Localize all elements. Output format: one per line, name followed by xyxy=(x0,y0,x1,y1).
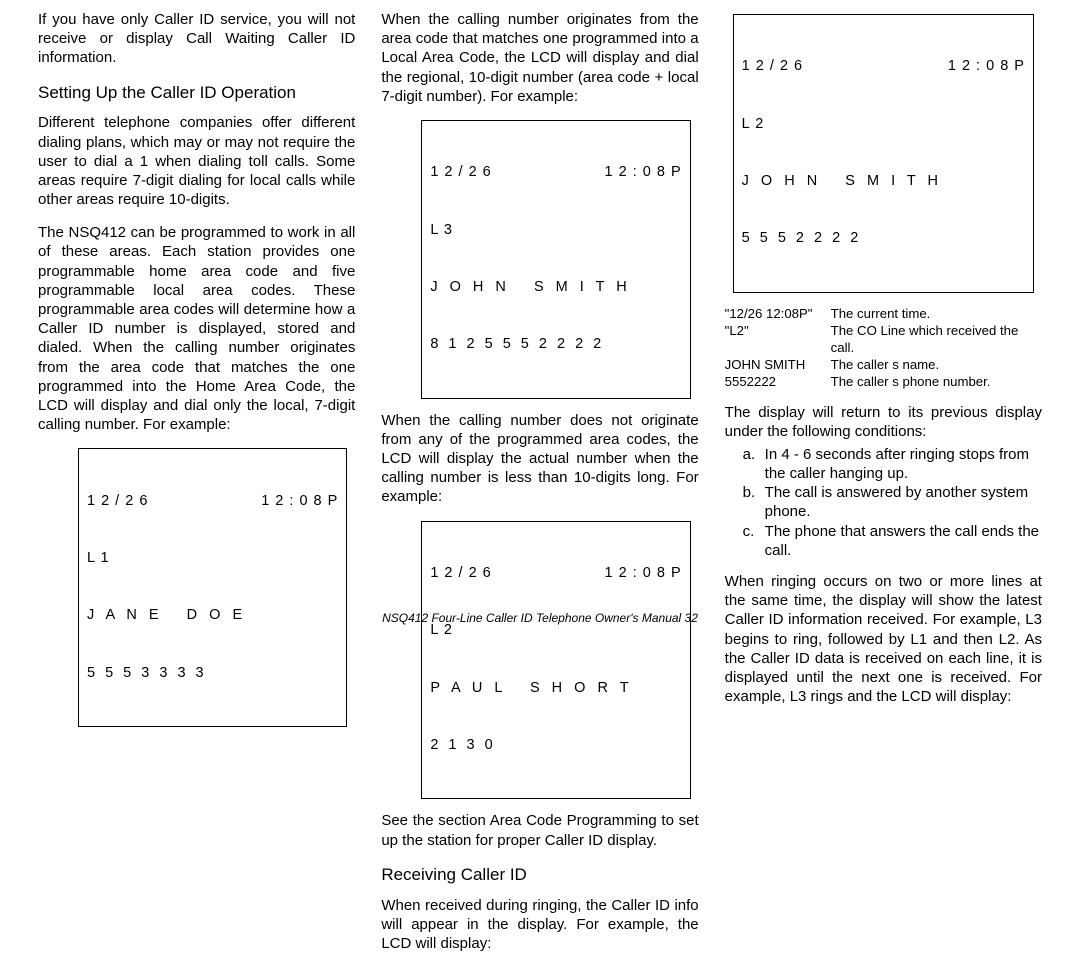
body-text: The display will return to its previous … xyxy=(725,403,1042,441)
lcd-time: 1 2 : 0 8 P xyxy=(605,564,682,583)
lcd-date: 1 2 / 2 6 xyxy=(742,57,803,76)
lcd-date: 1 2 / 2 6 xyxy=(87,492,148,511)
column-3: 1 2 / 2 6 1 2 : 0 8 P L 2 J O H N S M I … xyxy=(725,10,1042,967)
lcd-date: 1 2 / 2 6 xyxy=(430,564,491,583)
section-heading: Receiving Caller ID xyxy=(381,864,698,886)
lcd-caller-number: 8 1 2 5 5 5 2 2 2 2 xyxy=(430,335,681,354)
page-footer: NSQ412 Four-Line Caller ID Telephone Own… xyxy=(0,611,1080,626)
body-text: See the section Area Code Programming to… xyxy=(381,811,698,849)
lcd-line: L 1 xyxy=(87,549,338,568)
column-2: When the calling number originates from … xyxy=(381,10,698,967)
lcd-caller-name: J O H N S M I T H xyxy=(430,278,681,297)
legend-value: The CO Line which received the call. xyxy=(831,322,1042,356)
lcd-date: 1 2 / 2 6 xyxy=(430,163,491,182)
list-item: c. The phone that answers the call ends … xyxy=(743,522,1042,560)
lcd-example: 1 2 / 2 6 1 2 : 0 8 P L 1 J A N E D O E … xyxy=(78,448,347,727)
legend-value: The caller s phone number. xyxy=(831,373,1042,390)
legend-key: "12/26 12:08P" xyxy=(725,305,825,322)
lcd-line: L 3 xyxy=(430,221,681,240)
legend-key: 5552222 xyxy=(725,373,825,390)
lcd-example: 1 2 / 2 6 1 2 : 0 8 P L 3 J O H N S M I … xyxy=(421,120,690,399)
lcd-example: 1 2 / 2 6 1 2 : 0 8 P L 2 P A U L S H O … xyxy=(421,521,690,800)
lcd-caller-number: 5 5 5 3 3 3 3 xyxy=(87,664,338,683)
column-layout: If you have only Caller ID service, you … xyxy=(38,10,1042,967)
lcd-caller-name: P A U L S H O R T xyxy=(430,679,681,698)
manual-page: If you have only Caller ID service, you … xyxy=(0,0,1080,638)
body-text: Different telephone companies offer diff… xyxy=(38,113,355,209)
list-text: The call is answered by another system p… xyxy=(765,483,1042,521)
legend-value: The current time. xyxy=(831,305,1042,322)
legend-key: JOHN SMITH xyxy=(725,356,825,373)
lcd-caller-number: 2 1 3 0 xyxy=(430,736,681,755)
body-text: When ringing occurs on two or more lines… xyxy=(725,572,1042,706)
body-text: When the calling number does not origina… xyxy=(381,411,698,507)
body-text: If you have only Caller ID service, you … xyxy=(38,10,355,68)
lcd-caller-number: 5 5 5 2 2 2 2 xyxy=(742,229,1025,248)
list-marker: a. xyxy=(743,445,765,483)
legend-table: "12/26 12:08P" The current time. "L2" Th… xyxy=(725,305,1042,391)
lcd-time: 1 2 : 0 8 P xyxy=(948,57,1025,76)
list-text: The phone that answers the call ends the… xyxy=(765,522,1042,560)
legend-value: The caller s name. xyxy=(831,356,1042,373)
lcd-time: 1 2 : 0 8 P xyxy=(261,492,338,511)
lcd-line: L 2 xyxy=(742,115,1025,134)
legend-key: "L2" xyxy=(725,322,825,356)
list-item: b. The call is answered by another syste… xyxy=(743,483,1042,521)
body-text: When received during ringing, the Caller… xyxy=(381,896,698,954)
lcd-time: 1 2 : 0 8 P xyxy=(605,163,682,182)
column-1: If you have only Caller ID service, you … xyxy=(38,10,355,967)
list-marker: b. xyxy=(743,483,765,521)
list-text: In 4 - 6 seconds after ringing stops fro… xyxy=(765,445,1042,483)
list-marker: c. xyxy=(743,522,765,560)
body-text: The NSQ412 can be programmed to work in … xyxy=(38,223,355,434)
conditions-list: a. In 4 - 6 seconds after ringing stops … xyxy=(725,445,1042,560)
section-heading: Setting Up the Caller ID Operation xyxy=(38,82,355,104)
list-item: a. In 4 - 6 seconds after ringing stops … xyxy=(743,445,1042,483)
body-text: When the calling number originates from … xyxy=(381,10,698,106)
lcd-example: 1 2 / 2 6 1 2 : 0 8 P L 2 J O H N S M I … xyxy=(733,14,1034,293)
lcd-caller-name: J O H N S M I T H xyxy=(742,172,1025,191)
